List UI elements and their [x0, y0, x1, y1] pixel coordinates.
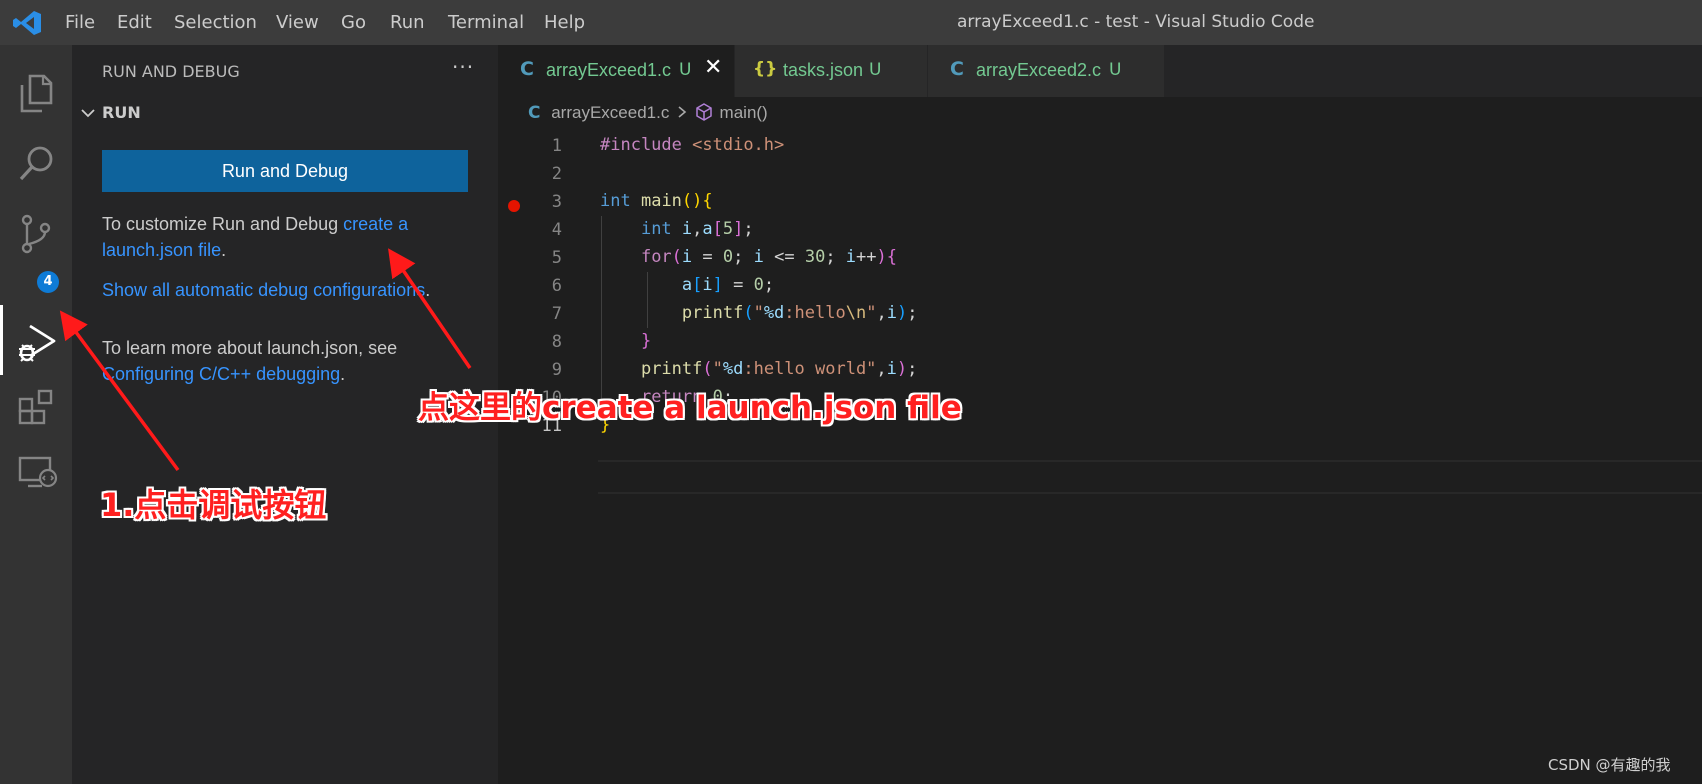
line-number: 2 [551, 164, 562, 184]
line-number: 9 [551, 360, 562, 380]
tab-label: arrayExceed2.c [976, 60, 1102, 80]
tab-bar: C arrayExceed1.c U ✕ {} tasks.json U C a… [498, 45, 1702, 97]
code-text: printf("%d:hello\n",i); [681, 303, 918, 323]
menu-file[interactable]: File [65, 12, 95, 33]
run-debug-button[interactable] [0, 305, 72, 375]
title-bar: File Edit Selection View Go Run Terminal… [0, 0, 1702, 45]
search-icon [19, 146, 53, 181]
c-file-icon: C [528, 103, 541, 123]
run-and-debug-button[interactable]: Run and Debug [102, 150, 468, 192]
code-text: a[i] = 0; [681, 275, 775, 295]
configuring-cpp-debugging-link[interactable]: Configuring C/C++ debugging [102, 364, 340, 384]
code-line: 2 [498, 160, 1702, 188]
source-control-badge: 4 [37, 271, 59, 293]
tab-status: U [869, 60, 882, 80]
code-text: for(i = 0; i <= 30; i++){ [640, 247, 898, 267]
chevron-down-icon[interactable] [80, 105, 96, 121]
c-file-icon: C [950, 58, 964, 80]
learn-prefix: To learn more about launch.json, see [102, 338, 398, 358]
customize-suffix: . [221, 240, 227, 260]
code-line: 3 int main(){ [498, 188, 1702, 216]
tab-arrayexceed2[interactable]: C arrayExceed2.c U [928, 45, 1165, 97]
show-all-suffix: . [425, 280, 431, 300]
tab-label: arrayExceed1.c [546, 60, 672, 80]
code-line: 9 printf("%d:hello world",i); [498, 356, 1702, 384]
code-line: 6 a[i] = 0; [498, 272, 1702, 300]
tab-status: U [679, 60, 692, 80]
remote-explorer-icon [18, 456, 58, 488]
annotation-link-hint: 点这里的create a launch.json file [418, 390, 962, 426]
c-file-icon: C [520, 58, 534, 80]
code-text: #include <stdio.h> [600, 135, 785, 155]
code-text: printf("%d:hello world",i); [640, 359, 918, 379]
vscode-logo-icon[interactable] [12, 9, 42, 37]
code-line: 8 } [498, 328, 1702, 356]
menu-edit[interactable]: Edit [117, 12, 152, 33]
tab-arrayexceed1[interactable]: C arrayExceed1.c U ✕ [498, 45, 735, 97]
sidebar-title: RUN AND DEBUG [102, 62, 240, 81]
learn-suffix: . [340, 364, 346, 384]
menu-run[interactable]: Run [390, 12, 425, 33]
code-line: 4 int i,a[5]; [498, 216, 1702, 244]
customize-text: To customize Run and Debug create a laun… [102, 211, 482, 263]
menu-view[interactable]: View [276, 12, 319, 33]
line-number: 4 [551, 220, 562, 240]
code-text: int i,a[5]; [640, 219, 754, 239]
chevron-right-icon [678, 106, 687, 118]
run-debug-icon [19, 324, 56, 362]
menu-terminal[interactable]: Terminal [448, 12, 524, 33]
line-number: 5 [551, 248, 562, 268]
source-control-icon [21, 214, 51, 254]
code-line: 5 for(i = 0; i <= 30; i++){ [498, 244, 1702, 272]
code-line: 7 printf("%d:hello\n",i); [498, 300, 1702, 328]
code-line: 1 #include <stdio.h> [498, 132, 1702, 160]
tab-status: U [1109, 60, 1122, 80]
remote-explorer-button[interactable] [0, 435, 72, 505]
breadcrumb-symbol[interactable]: main() [720, 103, 768, 122]
explorer-button[interactable] [0, 56, 72, 126]
line-number: 1 [551, 136, 562, 156]
show-all-configurations-link[interactable]: Show all automatic debug configurations [102, 280, 425, 300]
source-control-button[interactable] [0, 197, 72, 267]
current-line-highlight [598, 460, 1702, 494]
show-all-text: Show all automatic debug configurations. [102, 277, 482, 303]
learn-more-text: To learn more about launch.json, see Con… [102, 335, 482, 387]
tab-tasks-json[interactable]: {} tasks.json U [735, 45, 928, 97]
line-number: 8 [551, 332, 562, 352]
extensions-button[interactable] [0, 370, 72, 440]
line-number: 6 [551, 276, 562, 296]
breadcrumb: C arrayExceed1.c main() [528, 103, 768, 127]
menu-selection[interactable]: Selection [174, 12, 257, 33]
extensions-icon [18, 389, 53, 425]
code-text: } [640, 331, 652, 351]
breadcrumb-file[interactable]: arrayExceed1.c [551, 103, 669, 122]
customize-prefix: To customize Run and Debug [102, 214, 344, 234]
more-actions-icon[interactable]: ··· [452, 55, 474, 79]
annotation-step1: 1.点击调试按钮 [100, 486, 327, 524]
watermark: CSDN @有趣的我 [1548, 756, 1671, 774]
close-icon[interactable]: ✕ [704, 55, 722, 80]
line-number: 7 [551, 304, 562, 324]
activity-bar: 4 [0, 45, 72, 784]
explorer-icon [20, 74, 53, 113]
code-text: int main(){ [600, 191, 713, 211]
json-file-icon: {} [753, 59, 778, 79]
section-header-run[interactable]: RUN [102, 103, 141, 122]
menu-help[interactable]: Help [544, 12, 585, 33]
tab-label: tasks.json [783, 60, 864, 80]
method-cube-icon [696, 103, 712, 121]
window-title: arrayExceed1.c - test - Visual Studio Co… [957, 12, 1315, 32]
search-button[interactable] [0, 127, 72, 197]
line-number: 3 [551, 192, 562, 212]
menu-go[interactable]: Go [341, 12, 366, 33]
